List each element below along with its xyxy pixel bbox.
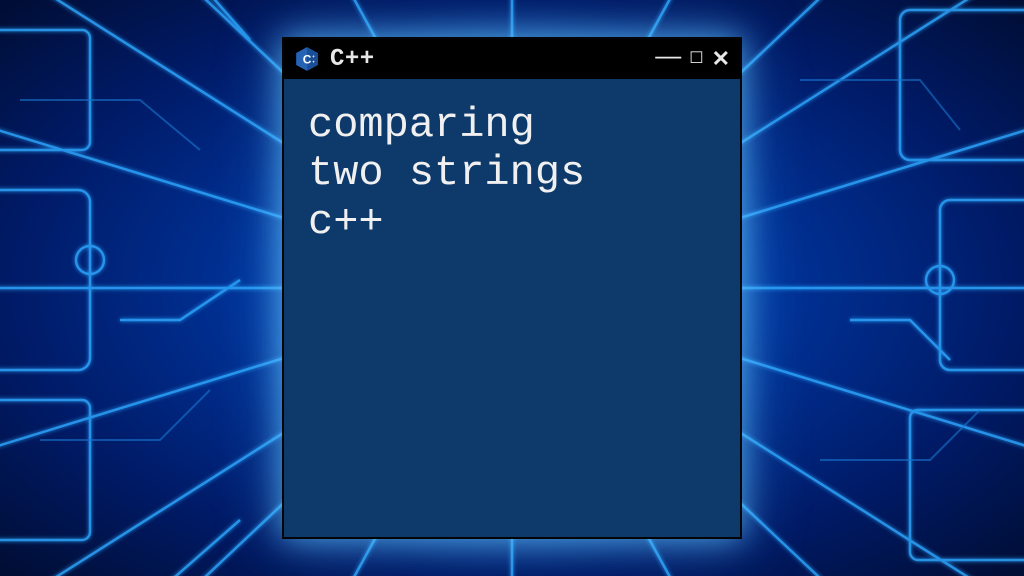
window-title: C++ [330, 46, 645, 73]
cpp-icon: C + + [294, 46, 320, 72]
close-icon[interactable]: ✕ [712, 48, 730, 70]
maximize-icon[interactable]: ☐ [689, 51, 703, 67]
window-controls: — ☐ ✕ [655, 46, 730, 72]
content-line: c++ [308, 198, 716, 246]
minimize-icon[interactable]: — [655, 42, 681, 68]
titlebar: C + + C++ — ☐ ✕ [284, 39, 740, 79]
content-line: two strings [308, 149, 716, 197]
terminal-window: C + + C++ — ☐ ✕ comparing two strings c+… [282, 37, 742, 539]
terminal-content: comparing two strings c++ [284, 79, 740, 268]
content-line: comparing [308, 101, 716, 149]
svg-text:C: C [303, 52, 312, 66]
